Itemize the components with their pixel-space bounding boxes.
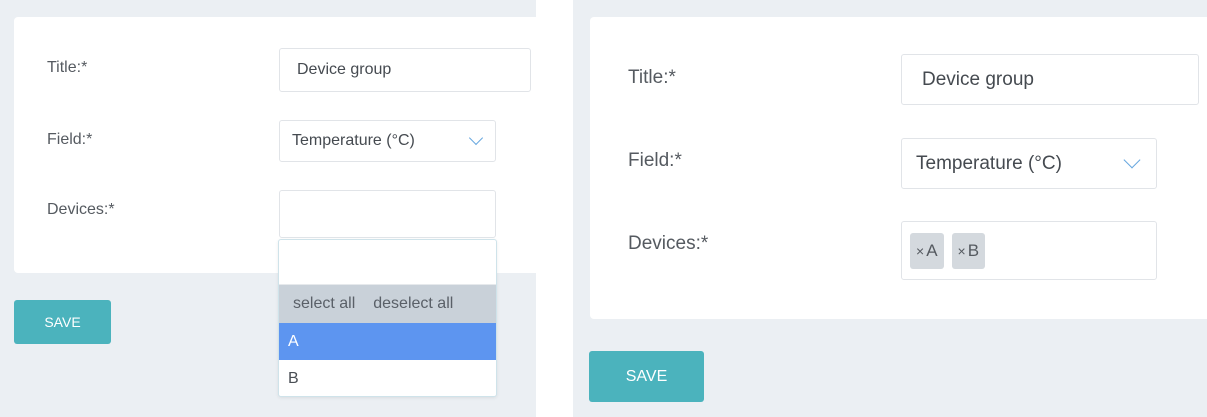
selected-device-tag-a: × A (910, 232, 944, 269)
selected-device-tag-b: × B (951, 232, 986, 269)
title-label: Title:* (628, 67, 676, 88)
devices-multiselect[interactable] (279, 190, 496, 238)
select-all-button[interactable]: select all (293, 295, 355, 313)
save-button[interactable]: SAVE (14, 300, 111, 344)
field-label: Field:* (628, 150, 682, 171)
title-input-value: Device group (922, 68, 1034, 90)
chevron-down-icon (468, 130, 484, 146)
field-label: Field:* (47, 131, 93, 148)
title-label: Title:* (47, 59, 88, 76)
deselect-all-button[interactable]: deselect all (373, 295, 453, 313)
title-input[interactable]: Device group (279, 48, 531, 92)
devices-label: Devices:* (628, 233, 709, 254)
devices-label: Devices:* (47, 201, 115, 218)
devices-dropdown: select all deselect all A B (278, 239, 497, 397)
tag-label: B (967, 240, 980, 260)
tag-label: A (926, 240, 938, 260)
title-input[interactable]: Device group (901, 54, 1199, 105)
dropdown-actions: select all deselect all (279, 285, 496, 323)
field-select[interactable]: Temperature (°C) (901, 138, 1157, 189)
chevron-down-icon (1123, 151, 1141, 169)
dropdown-option-a[interactable]: A (279, 323, 496, 360)
dropdown-search-input[interactable] (279, 240, 496, 285)
devices-multiselect[interactable]: × A × B (901, 221, 1157, 280)
dropdown-option-b[interactable]: B (279, 360, 496, 396)
close-icon[interactable]: × (916, 243, 924, 259)
field-select-value: Temperature (°C) (292, 132, 415, 149)
close-icon[interactable]: × (958, 243, 966, 259)
left-screenshot-pane: Title:* Device group Field:* Temperature… (0, 0, 536, 417)
title-input-value: Device group (297, 61, 392, 78)
field-select-value: Temperature (°C) (916, 152, 1062, 174)
right-screenshot-pane: Title:* Device group Field:* Temperature… (573, 0, 1207, 417)
field-select[interactable]: Temperature (°C) (279, 120, 496, 162)
save-button[interactable]: SAVE (589, 351, 704, 402)
